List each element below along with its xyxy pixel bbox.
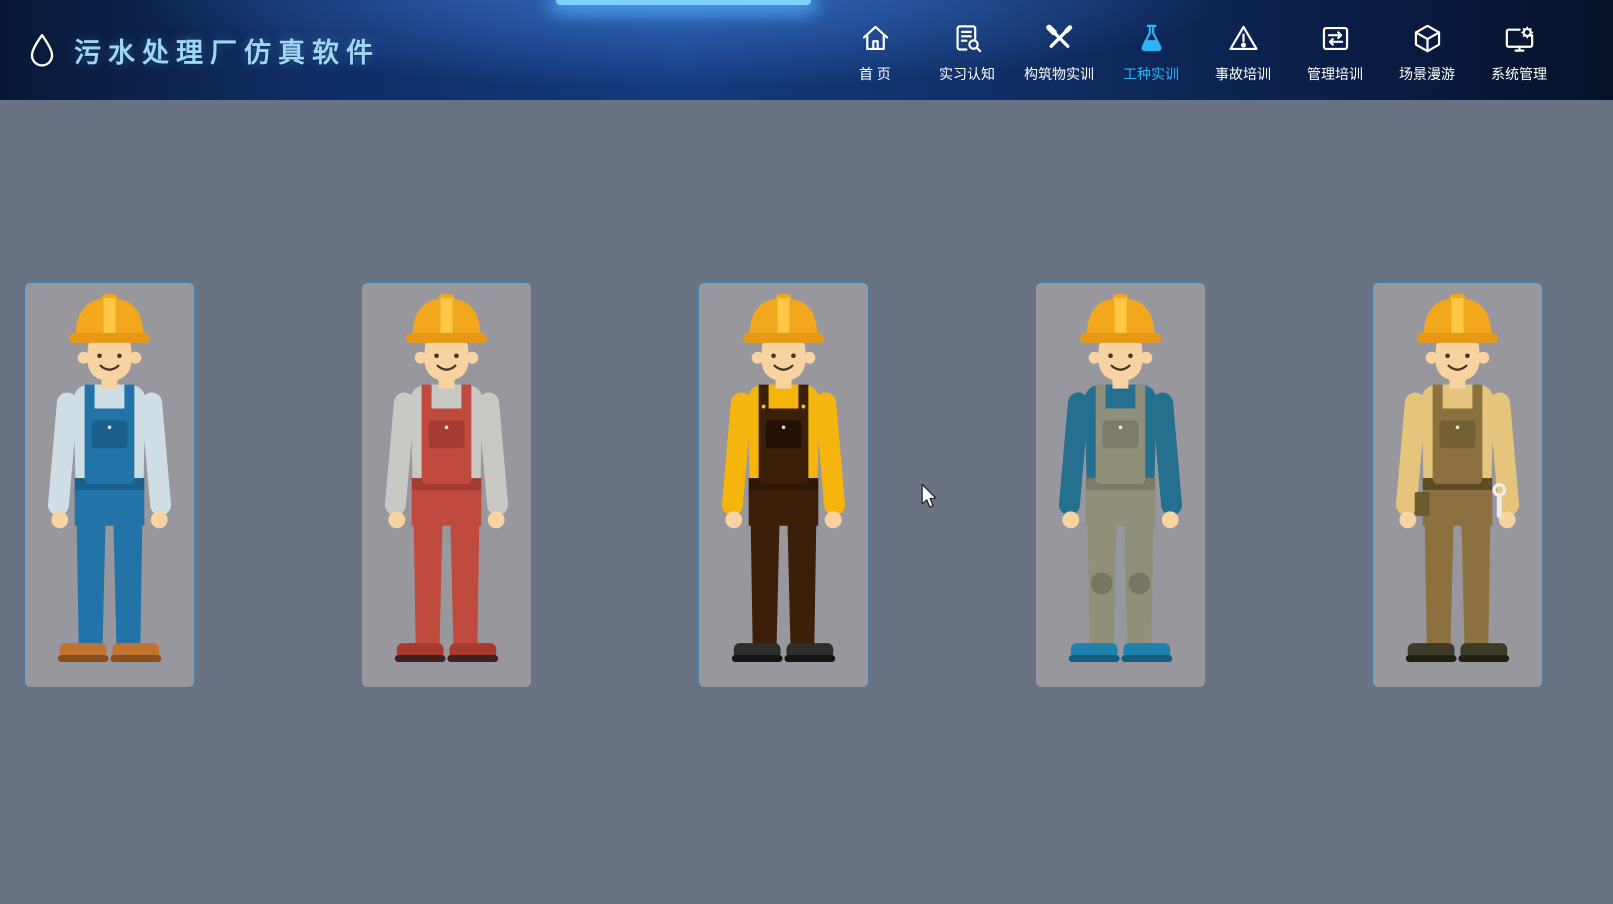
cube-icon	[1411, 22, 1444, 55]
worker-figure	[1036, 287, 1205, 685]
character-card-red-overalls-worker[interactable]	[361, 282, 532, 688]
nav-item-management-training[interactable]: 管理培训	[1289, 16, 1381, 84]
character-card-blue-overalls-worker[interactable]	[24, 282, 195, 688]
nav-item-label: 首 页	[859, 64, 891, 84]
main-area	[0, 100, 1613, 904]
top-bar: 污水处理厂仿真软件 首 页	[0, 0, 1613, 100]
nav-item-label: 实习认知	[939, 64, 995, 84]
nav-item-label: 构筑物实训	[1024, 64, 1094, 84]
app-title: 污水处理厂仿真软件	[74, 31, 380, 70]
nav-item-job-type-training[interactable]: 工种实训	[1105, 16, 1197, 84]
character-card-brown-yellow-worker[interactable]	[698, 282, 869, 688]
flask-icon	[1135, 22, 1168, 55]
worker-figure	[699, 287, 868, 685]
character-grid	[24, 282, 1543, 688]
character-card-olive-overalls-worker[interactable]	[1035, 282, 1206, 688]
nav-item-practice-cognition[interactable]: 实习认知	[921, 16, 1013, 84]
monitor-gear-icon	[1503, 22, 1536, 55]
exchange-arrows-icon	[1319, 22, 1352, 55]
header-glow-bar	[556, 0, 811, 5]
document-search-icon	[951, 22, 984, 55]
worker-figure	[362, 287, 531, 685]
warning-triangle-icon	[1227, 22, 1260, 55]
worker-figure	[25, 287, 194, 685]
nav-item-structure-training[interactable]: 构筑物实训	[1013, 16, 1105, 84]
nav-item-label: 工种实训	[1123, 64, 1179, 84]
character-card-khaki-toolbelt-worker[interactable]	[1372, 282, 1543, 688]
worker-figure	[1373, 287, 1542, 685]
nav-item-label: 系统管理	[1491, 64, 1547, 84]
screen: 污水处理厂仿真软件 首 页	[0, 0, 1613, 904]
nav-item-label: 管理培训	[1307, 64, 1363, 84]
home-icon	[859, 22, 892, 55]
nav-item-home[interactable]: 首 页	[829, 16, 921, 84]
nav-item-system-management[interactable]: 系统管理	[1473, 16, 1565, 84]
nav-item-label: 事故培训	[1215, 64, 1271, 84]
main-nav: 首 页 实习认知	[829, 16, 1565, 84]
nav-item-accident-training[interactable]: 事故培训	[1197, 16, 1289, 84]
app-brand: 污水处理厂仿真软件	[26, 31, 380, 70]
nav-item-label: 场景漫游	[1399, 64, 1455, 84]
nav-item-scene-roaming[interactable]: 场景漫游	[1381, 16, 1473, 84]
water-drop-icon	[26, 32, 58, 68]
crossed-tools-icon	[1043, 22, 1076, 55]
